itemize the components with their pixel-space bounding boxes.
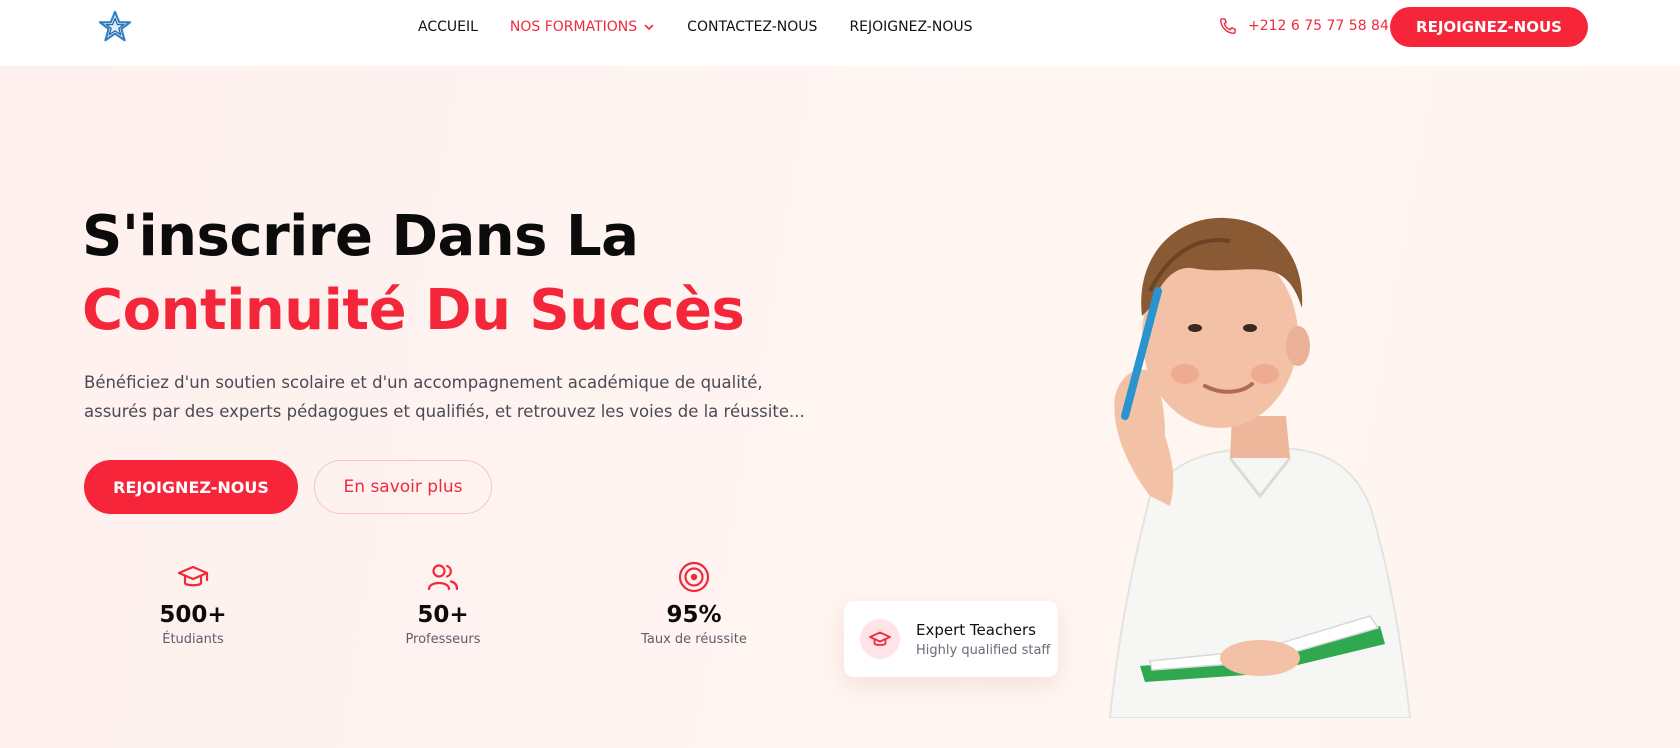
stat-teachers: 50+ Professeurs	[353, 560, 533, 647]
card-badge	[860, 619, 900, 659]
nav-link-rejoignez-nous[interactable]: REJOIGNEZ-NOUS	[849, 19, 972, 35]
nav-link-contactez-nous[interactable]: CONTACTEZ-NOUS	[687, 19, 817, 35]
card-text: Expert Teachers Highly qualified staff	[916, 621, 1050, 658]
stat-success-rate: 95% Taux de réussite	[604, 560, 784, 647]
graduation-cap-icon	[177, 565, 209, 587]
learn-more-button[interactable]: En savoir plus	[314, 460, 492, 514]
stat-students-value: 500+	[159, 602, 227, 628]
users-icon	[427, 564, 459, 591]
hero-title-line2: Continuité Du Succès	[82, 278, 745, 343]
chevron-down-icon	[644, 24, 654, 30]
stat-teachers-value: 50+	[417, 602, 469, 628]
nav-link-nos-formations-label: NOS FORMATIONS	[509, 19, 638, 35]
hero-join-button[interactable]: REJOIGNEZ-NOUS	[84, 460, 298, 514]
navbar: ACCUEIL NOS FORMATIONS CONTACTEZ-NOUS RE…	[0, 0, 1680, 66]
student-illustration	[1108, 217, 1412, 718]
phone-link[interactable]: +212 6 75 77 58 84	[1218, 16, 1389, 36]
main-navigation: ACCUEIL NOS FORMATIONS CONTACTEZ-NOUS RE…	[418, 0, 1004, 54]
phone-icon	[1219, 18, 1236, 35]
card-title: Expert Teachers	[916, 620, 1036, 639]
stat-success-rate-label: Taux de réussite	[641, 632, 747, 647]
target-icon	[678, 561, 710, 593]
nav-link-accueil[interactable]: ACCUEIL	[418, 19, 478, 35]
hero-description: Bénéficiez d'un soutien scolaire et d'un…	[84, 373, 805, 421]
hero-section: S'inscrire Dans La Continuité Du Succès …	[0, 66, 1680, 748]
phone-number: +212 6 75 77 58 84	[1248, 18, 1389, 34]
graduation-cap-icon	[869, 631, 891, 646]
stat-students: 500+ Étudiants	[103, 560, 283, 647]
stat-success-rate-value: 95%	[666, 602, 722, 628]
card-subtitle: Highly qualified staff	[916, 642, 1051, 658]
nav-join-button[interactable]: REJOIGNEZ-NOUS	[1390, 7, 1588, 47]
logo-star-icon[interactable]	[96, 10, 134, 44]
hero-title-line1: S'inscrire Dans La	[82, 204, 639, 269]
expert-teachers-card: Expert Teachers Highly qualified staff	[844, 601, 1058, 677]
nav-link-nos-formations[interactable]: NOS FORMATIONS	[510, 19, 655, 35]
stat-teachers-label: Professeurs	[405, 632, 481, 647]
stat-students-label: Étudiants	[162, 632, 224, 647]
